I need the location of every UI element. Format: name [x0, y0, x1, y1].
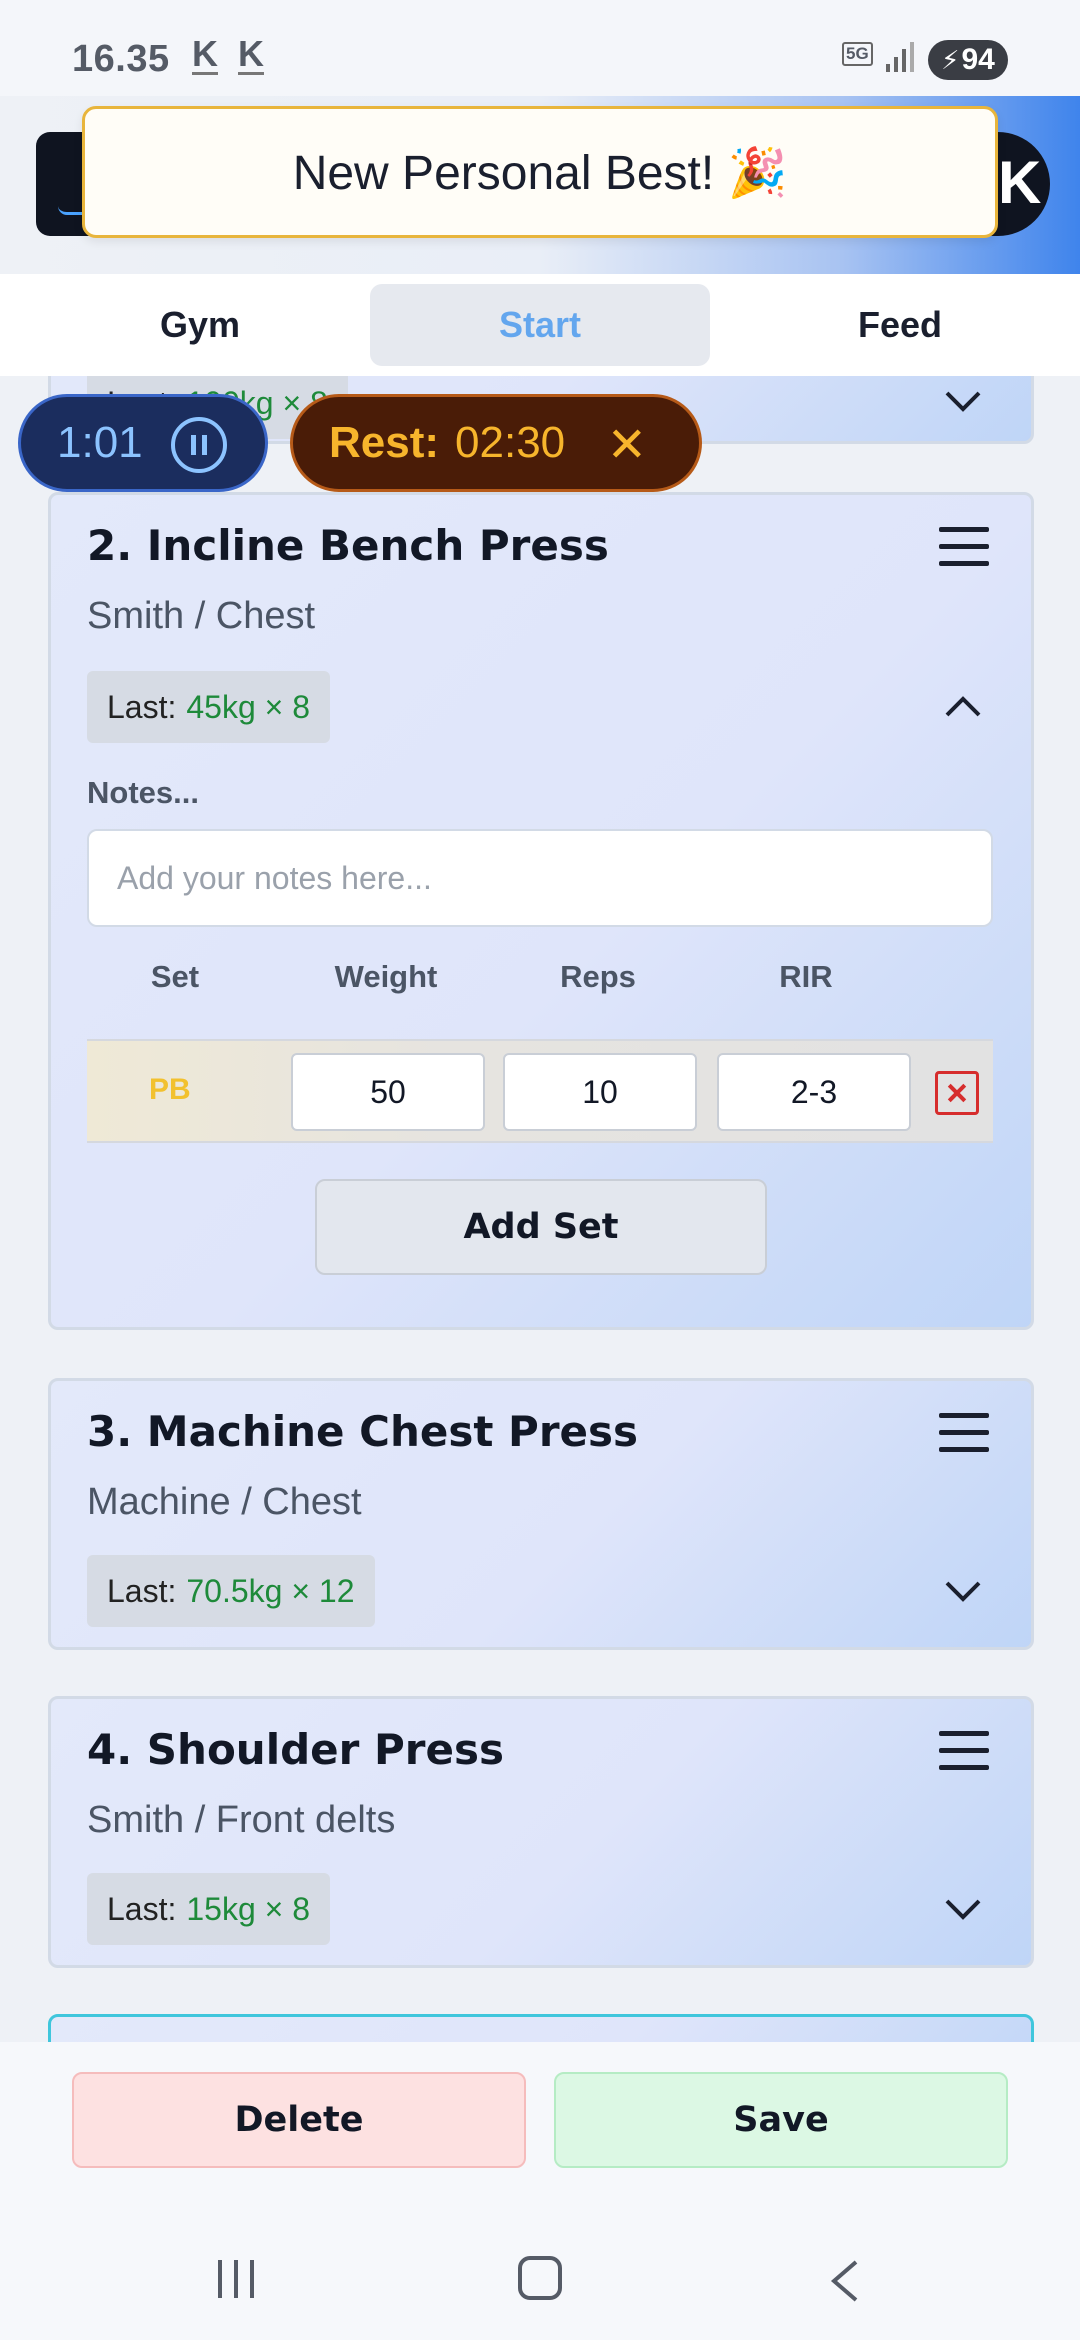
delete-button[interactable]: Delete	[72, 2072, 526, 2168]
exercise-subtitle: Smith / Chest	[87, 595, 316, 637]
exercise-card	[48, 2014, 1034, 2042]
reps-input[interactable]: 10	[503, 1053, 697, 1131]
pause-icon[interactable]	[171, 417, 227, 473]
battery-level: 94	[961, 43, 995, 76]
exercise-subtitle: Smith / Front delts	[87, 1799, 396, 1841]
tab-start[interactable]: Start	[370, 284, 710, 366]
rest-timer: Rest: 02:30 ✕	[290, 394, 702, 492]
drag-menu-icon[interactable]	[939, 1731, 989, 1771]
tab-bar: Gym Start Feed	[0, 274, 1080, 376]
column-header-rir: RIR	[779, 959, 833, 994]
workout-list[interactable]: Last: 100kg × 8 2. Incline Bench Press S…	[0, 376, 1080, 2042]
last-value: 70.5kg × 12	[186, 1572, 355, 1609]
notification-k-icon: K	[238, 33, 264, 75]
last-label: Last:	[107, 1890, 177, 1927]
column-header-weight: Weight	[334, 959, 438, 994]
status-bar: 16.35 K K 5G ⚡ 94	[0, 0, 1080, 96]
profile-initial: K	[998, 149, 1042, 216]
exercise-card: 2. Incline Bench Press Smith / Chest Las…	[48, 492, 1034, 1330]
exercise-title: 2. Incline Bench Press	[87, 521, 609, 570]
personal-best-toast: New Personal Best! 🎉	[82, 106, 998, 238]
tab-feed[interactable]: Feed	[730, 284, 1070, 366]
notes-label: Notes...	[87, 775, 199, 810]
set-row: PB 50 10 2-3	[87, 1039, 993, 1143]
chevron-down-icon[interactable]	[943, 389, 983, 413]
rest-timer-value: 02:30	[455, 418, 566, 467]
column-header-reps: Reps	[560, 959, 636, 994]
workout-timer-value: 1:01	[57, 418, 143, 467]
close-rest-icon[interactable]: ✕	[607, 417, 647, 473]
delete-set-icon[interactable]	[935, 1071, 979, 1115]
rir-input[interactable]: 2-3	[717, 1053, 911, 1131]
exercise-card: 4. Shoulder Press Smith / Front delts La…	[48, 1696, 1034, 1968]
last-value: 15kg × 8	[186, 1890, 311, 1927]
chevron-up-icon[interactable]	[943, 695, 983, 719]
last-value: 45kg × 8	[186, 688, 311, 725]
notes-input[interactable]: Add your notes here...	[87, 829, 993, 927]
last-performance-badge: Last: 45kg × 8	[87, 671, 331, 743]
drag-menu-icon[interactable]	[939, 527, 989, 567]
home-nav-icon[interactable]	[518, 2256, 562, 2300]
status-time: 16.35	[72, 38, 170, 80]
personal-best-marker: PB	[149, 1073, 191, 1106]
exercise-card: 3. Machine Chest Press Machine / Chest L…	[48, 1378, 1034, 1650]
chevron-down-icon[interactable]	[943, 1579, 983, 1603]
save-button[interactable]: Save	[554, 2072, 1008, 2168]
rest-label: Rest:	[329, 418, 440, 467]
drag-menu-icon[interactable]	[939, 1413, 989, 1453]
exercise-subtitle: Machine / Chest	[87, 1481, 362, 1523]
last-label: Last:	[107, 1572, 177, 1609]
add-set-button[interactable]: Add Set	[315, 1179, 767, 1275]
exercise-title: 4. Shoulder Press	[87, 1725, 504, 1774]
tab-gym[interactable]: Gym	[30, 284, 370, 366]
back-nav-icon[interactable]	[826, 2258, 862, 2304]
signal-icon	[886, 42, 914, 72]
notification-k-icon: K	[192, 33, 218, 75]
workout-timer: 1:01	[18, 394, 268, 492]
last-performance-badge: Last: 15kg × 8	[87, 1873, 331, 1945]
battery-charging-icon: ⚡ 94	[928, 40, 1008, 80]
column-header-set: Set	[150, 959, 200, 994]
exercise-title: 3. Machine Chest Press	[87, 1407, 639, 1456]
last-label: Last:	[107, 688, 177, 725]
chevron-down-icon[interactable]	[943, 1897, 983, 1921]
last-performance-badge: Last: 70.5kg × 12	[87, 1555, 375, 1627]
weight-input[interactable]: 50	[291, 1053, 485, 1131]
network-5g-icon: 5G	[842, 42, 873, 66]
recents-nav-icon[interactable]	[216, 2260, 258, 2300]
